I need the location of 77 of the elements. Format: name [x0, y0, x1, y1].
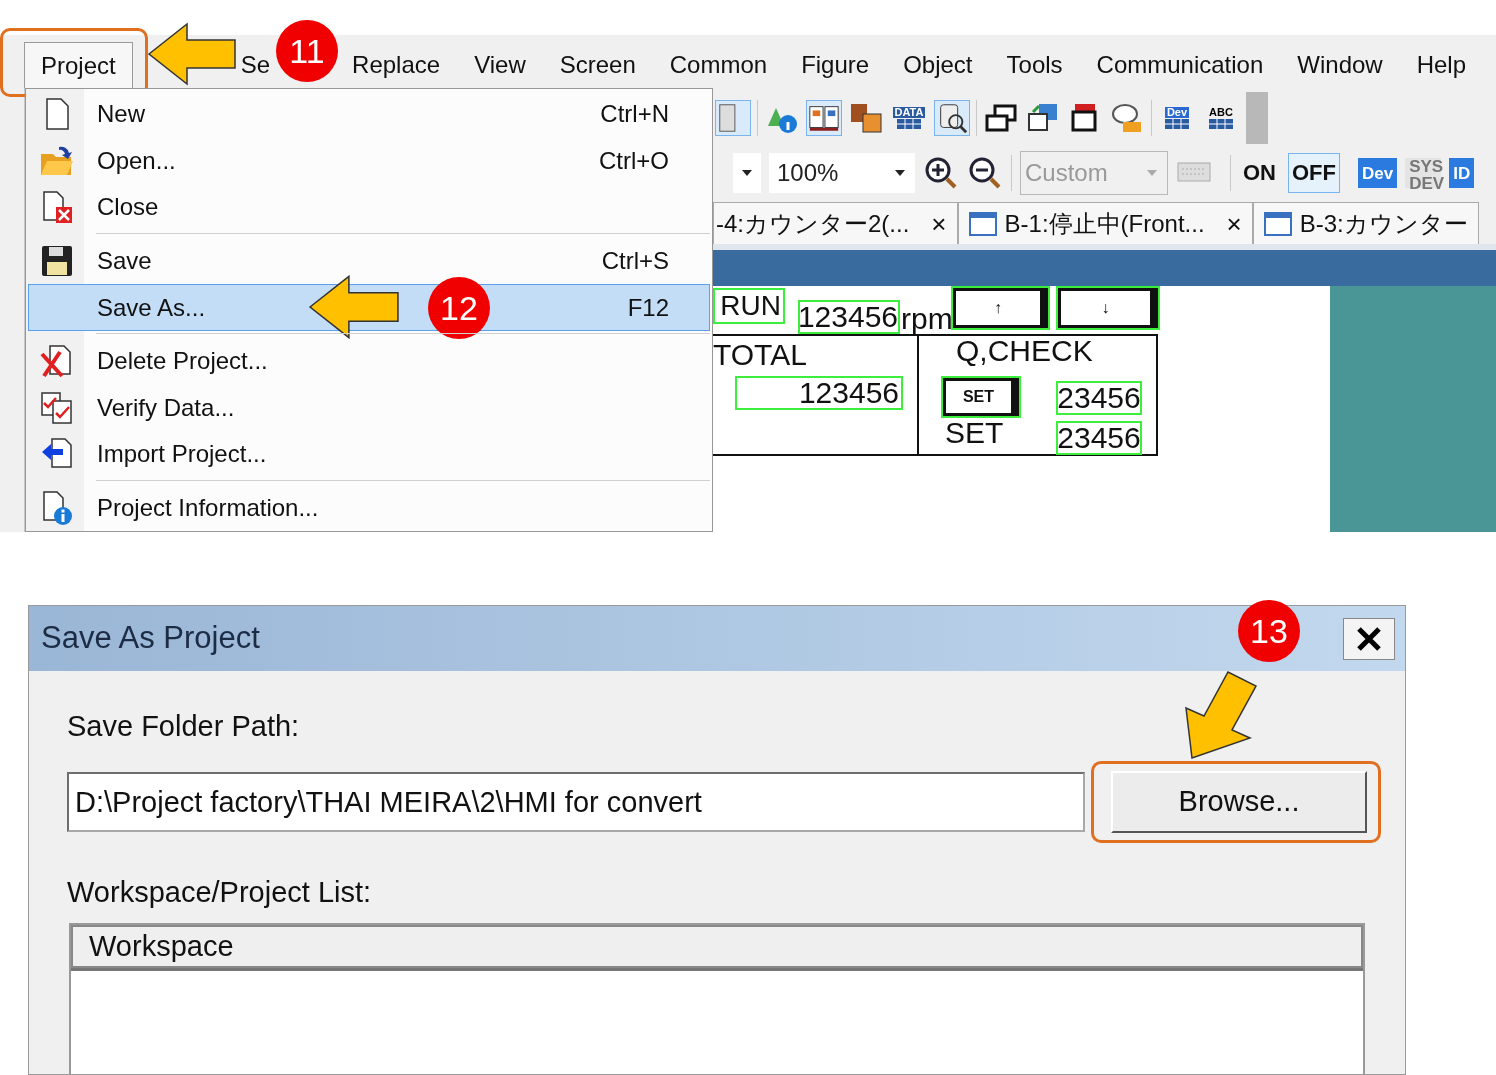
- menu-bar-item[interactable]: Figure: [799, 42, 872, 88]
- toolbar-button[interactable]: ID: [1449, 158, 1475, 188]
- zoom-dropdown[interactable]: 100%: [769, 153, 915, 193]
- switch-part[interactable]: SET: [943, 378, 1019, 416]
- field-label: Save Folder Path:: [67, 709, 301, 744]
- close-tab-button[interactable]: ×: [1226, 210, 1242, 237]
- menu-item[interactable]: Verify Data...: [28, 384, 710, 432]
- document-x-icon: [40, 344, 74, 379]
- document-tab[interactable]: -4:カウンター2(... ×: [713, 202, 958, 244]
- shortcut-label: F12: [627, 292, 669, 323]
- menu-bar-item[interactable]: Se: [238, 42, 273, 88]
- zoom-out-icon[interactable]: [967, 155, 1003, 191]
- close-button[interactable]: [1343, 617, 1395, 660]
- menu-item[interactable]: Import Project...: [28, 431, 710, 478]
- menu-item[interactable]: New Ctrl+N: [28, 91, 710, 138]
- toolbar-button[interactable]: Dev: [1158, 99, 1196, 137]
- shortcut-label: Ctrl+N: [600, 99, 669, 130]
- numeric-display: 123456: [798, 300, 900, 334]
- numeric-display: 123456: [735, 376, 903, 410]
- caret-icon: [895, 170, 905, 176]
- toolbar-button[interactable]: ON: [1239, 153, 1280, 193]
- canvas-text: rpm: [901, 304, 953, 334]
- menu-item[interactable]: Open... Ctrl+O: [28, 137, 710, 185]
- overflow-handle[interactable]: [1246, 92, 1268, 144]
- numeric-display: 23456: [1056, 381, 1142, 415]
- path-input-field[interactable]: D:\Project factory\THAI MEIRA\2\HMI for convert: [67, 772, 1085, 832]
- menu-item[interactable]: Close: [28, 184, 710, 231]
- menu-bar-item[interactable]: Object: [901, 42, 975, 88]
- table-grid-icon: [1164, 117, 1190, 130]
- menu-item[interactable]: Delete Project...: [28, 338, 710, 385]
- window-icon: [1263, 211, 1292, 236]
- toolbar-button[interactable]: Dev: [1358, 158, 1398, 188]
- menu-bar-item[interactable]: Help: [1414, 42, 1468, 88]
- document-tab[interactable]: B-3:カウンター: [1252, 202, 1479, 244]
- canvas-text: Q,CHECK: [956, 336, 1093, 366]
- document-tab[interactable]: B-1:停止中(Front... ×: [957, 202, 1253, 244]
- toolbar-button[interactable]: DATA: [890, 99, 928, 137]
- table-grid-icon: [896, 117, 922, 130]
- document-x-icon: [40, 190, 74, 225]
- menu-item[interactable]: Project Information...: [28, 484, 710, 532]
- caret-icon: [742, 170, 752, 176]
- menu-bar-item[interactable]: Tools: [1004, 42, 1065, 88]
- zoom-in-icon[interactable]: [923, 155, 959, 191]
- canvas-text: SET: [945, 418, 1004, 448]
- documents-check-icon: [40, 390, 74, 425]
- browse-button[interactable]: Browse...: [1111, 771, 1367, 833]
- switch-part[interactable]: ↑: [953, 288, 1048, 328]
- menu-bar-item[interactable]: Common: [667, 42, 770, 88]
- table-grid-icon: [1208, 117, 1234, 130]
- switch-part[interactable]: ↓: [1058, 288, 1158, 328]
- menu-bar-item[interactable]: Replace: [350, 42, 443, 88]
- step-number-badge: 12: [428, 277, 490, 340]
- close-tab-button[interactable]: ×: [931, 210, 947, 237]
- shortcut-label: Ctrl+O: [599, 145, 669, 176]
- database-search-icon[interactable]: [934, 100, 970, 136]
- menu-bar-item[interactable]: Window: [1295, 42, 1385, 88]
- menu-bar-item[interactable]: Project: [24, 42, 133, 88]
- toolbar-icon[interactable]: [715, 100, 751, 136]
- numeric-display: 23456: [1056, 421, 1142, 455]
- menu-bar-item[interactable]: View: [472, 42, 528, 88]
- toolbar-button[interactable]: ABC: [1202, 99, 1240, 137]
- menu-bar-item[interactable]: Screen: [557, 42, 638, 88]
- menu-bar-item[interactable]: Communication: [1094, 42, 1266, 88]
- document-info-icon: [40, 489, 74, 526]
- field-label: Workspace/Project List:: [67, 875, 373, 910]
- caret-icon: [1147, 170, 1157, 176]
- dropdown-button[interactable]: [733, 153, 761, 193]
- shortcut-label: Ctrl+S: [601, 245, 669, 276]
- window-icon: [968, 211, 997, 236]
- window-title: Save As Project: [41, 619, 260, 658]
- book-icon[interactable]: [806, 100, 842, 136]
- close-icon: [1356, 625, 1382, 652]
- column-header[interactable]: Workspace: [71, 925, 1363, 968]
- canvas-text: TOTAL: [713, 340, 807, 370]
- step-number-badge: 11: [276, 20, 338, 82]
- toolbar-button[interactable]: OFF: [1288, 153, 1340, 193]
- lamp-label: RUN: [713, 288, 785, 324]
